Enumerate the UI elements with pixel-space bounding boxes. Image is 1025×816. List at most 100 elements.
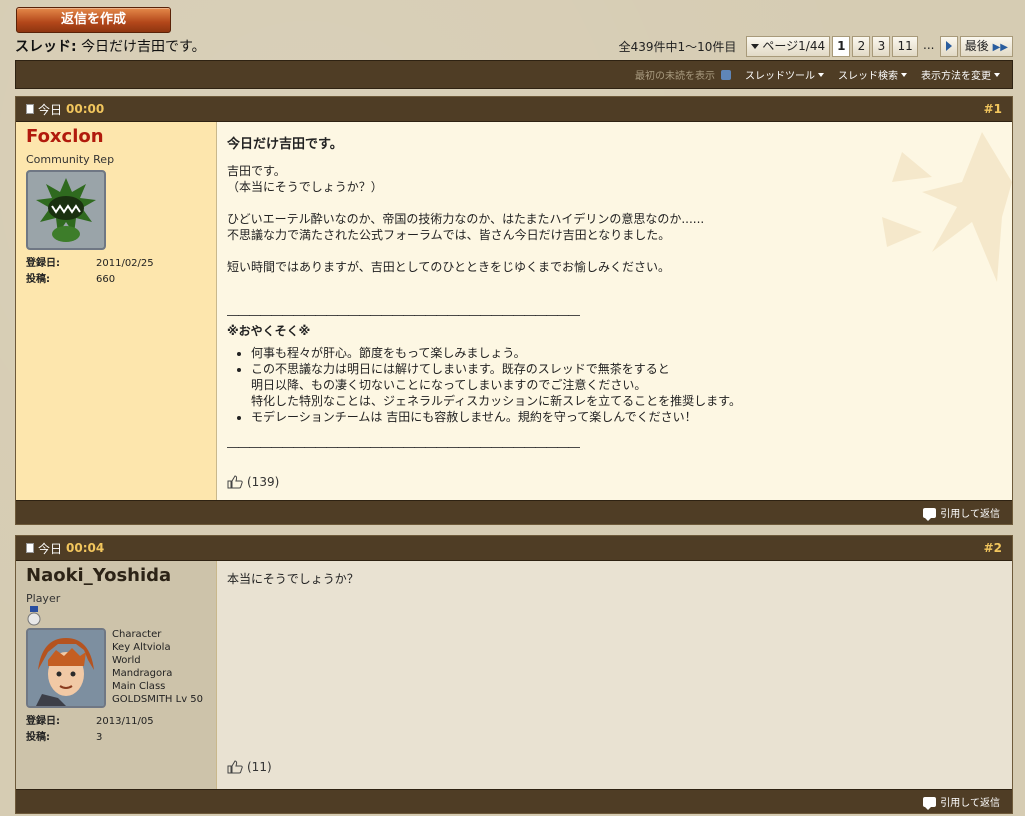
page-jump-dropdown[interactable]: ページ1/44 xyxy=(746,35,831,57)
character-info: Character Key Altviola World Mandragora … xyxy=(112,628,203,708)
text-line: ひどいエーテル酔いなのか、帝国の技術力なのか、はたまたハイデリンの意思なのか..… xyxy=(227,212,705,226)
post-date: 今日 00:04 xyxy=(26,540,104,557)
quote-reply-button[interactable]: 引用して返信 xyxy=(940,505,1000,520)
post-footer: 引用して返信 xyxy=(16,789,1012,813)
post-date: 今日 00:00 xyxy=(26,101,104,118)
user-info: Foxclon Community Rep 登録日: 2011/02/25 投稿:… xyxy=(16,122,217,500)
post-header: 今日 00:00 #1 xyxy=(16,97,1012,122)
post-count: 660 xyxy=(96,274,116,285)
char-line: Mandragora xyxy=(112,668,173,679)
post-header: 今日 00:04 #2 xyxy=(16,536,1012,561)
post-number[interactable]: #2 xyxy=(984,541,1002,555)
thread-title-text: 今日だけ吉田です。 xyxy=(81,39,206,55)
text-line: 本当にそうでしょうか？ xyxy=(227,572,359,586)
posts-label: 投稿: xyxy=(26,274,50,285)
thumb-up-icon xyxy=(227,760,243,774)
user-meta: 登録日: 2011/02/25 投稿: 660 xyxy=(26,256,206,288)
time-label: 00:04 xyxy=(66,541,105,555)
pagination: 全439件中1～10件目 ページ1/44 1 2 3 11 ... 最後 ▶▶ xyxy=(619,35,1013,57)
list-item-line: 特化した特別なことは、ジェネラルディスカッションに新スレを立てることを推奨します… xyxy=(251,394,741,408)
char-line: World xyxy=(112,655,141,666)
like-count: (139) xyxy=(247,475,280,489)
rules-list: 何事も程々が肝心。節度をもって楽しみましょう。 この不思議な力は明日には解けてし… xyxy=(251,345,1002,425)
thread-tools-menu[interactable]: スレッドツール xyxy=(745,67,824,82)
page-11[interactable]: 11 xyxy=(892,35,918,57)
post-title: 今日だけ吉田です。 xyxy=(227,137,343,152)
page-label: ページ1/44 xyxy=(762,38,826,53)
user-title: Community Rep xyxy=(26,153,115,166)
first-unread-label: 最初の未読を表示 xyxy=(635,71,715,82)
char-line: Main Class xyxy=(112,681,166,692)
dropdown-icon xyxy=(751,43,760,49)
divider-rule: ―――――――――――――――――――――――――――――――― xyxy=(227,308,580,322)
list-item: モデレーションチームは 吉田にも容赦しません。規約を守って楽しんでください！ xyxy=(251,409,1002,425)
post-content: 今日だけ吉田です。 吉田です。 （本当にそうでしょうか？） ひどいエーテル酔いな… xyxy=(217,122,1012,500)
next-page-button[interactable] xyxy=(939,35,958,57)
list-item: 何事も程々が肝心。節度をもって楽しみましょう。 xyxy=(251,345,1002,361)
text-line: 不思議な力で満たされた公式フォーラムでは、皆さん今日だけ吉田となりました。 xyxy=(227,228,671,242)
thread-tools-label: スレッドツール xyxy=(745,71,815,82)
result-count: 全439件中1～10件目 xyxy=(618,39,737,54)
joined-label: 登録日: xyxy=(26,258,60,269)
text-line: 短い時間ではありますが、吉田としてのひとときをじゆくまでお愉しみください。 xyxy=(227,260,671,274)
time-label: 00:00 xyxy=(66,102,105,116)
thread-toolbar: 最初の未読を表示 スレッドツール スレッド検索 表示方法を変更 xyxy=(15,60,1013,89)
double-arrow-icon: ▶▶ xyxy=(992,41,1008,53)
notice-heading: ※おやくそく※ xyxy=(227,324,311,338)
quote-reply-button[interactable]: 引用して返信 xyxy=(940,794,1000,809)
thread-prefix: スレッド: xyxy=(15,39,77,55)
user-info: Naoki_Yoshida Player Character Key Altvi… xyxy=(16,561,217,789)
username[interactable]: Naoki_Yoshida xyxy=(26,565,206,586)
doc-icon xyxy=(26,104,34,114)
user-title: Player xyxy=(26,592,61,605)
first-unread-link[interactable]: 最初の未読を表示 xyxy=(635,67,731,82)
last-page-button[interactable]: 最後 ▶▶ xyxy=(959,35,1013,57)
divider-rule: ―――――――――――――――――――――――――――――――― xyxy=(227,440,580,454)
dropdown-icon xyxy=(818,72,824,77)
post-count: 3 xyxy=(96,732,103,743)
char-line[interactable]: Key Altviola xyxy=(112,641,203,654)
dropdown-icon xyxy=(994,72,1000,77)
post-content: 本当にそうでしょうか？ (11) xyxy=(217,561,1012,789)
display-mode-menu[interactable]: 表示方法を変更 xyxy=(921,67,1000,82)
last-label: 最後 xyxy=(964,38,989,53)
date-label: 今日 xyxy=(38,541,63,556)
joined-label: 登録日: xyxy=(26,716,60,727)
reply-button[interactable]: 返信を作成 xyxy=(16,7,171,33)
display-mode-label: 表示方法を変更 xyxy=(921,71,991,82)
list-item-line: この不思議な力は明日には解けてしまいます。既存のスレッドで無茶をすると xyxy=(251,362,670,376)
thread-title: スレッド: 今日だけ吉田です。 xyxy=(15,36,206,56)
char-line: Character xyxy=(112,629,162,640)
date-label: 今日 xyxy=(38,102,63,117)
page-1[interactable]: 1 xyxy=(832,35,851,57)
plant-avatar-image xyxy=(28,172,104,248)
first-unread-icon xyxy=(721,69,731,80)
text-line: （本当にそうでしょうか？） xyxy=(227,180,383,194)
user-meta: 登録日: 2013/11/05 投稿: 3 xyxy=(26,714,206,746)
like-button[interactable]: (139) xyxy=(227,474,279,490)
char-line: GOLDSMITH Lv 50 xyxy=(112,694,204,705)
ellipsis: ... xyxy=(923,37,935,52)
joined-date: 2011/02/25 xyxy=(96,258,154,269)
like-count: (11) xyxy=(247,760,272,774)
dropdown-icon xyxy=(901,72,907,77)
post-footer: 引用して返信 xyxy=(16,500,1012,524)
quote-icon xyxy=(923,796,937,810)
thread-search-menu[interactable]: スレッド検索 xyxy=(838,67,907,82)
quote-icon xyxy=(923,507,937,521)
like-button[interactable]: (11) xyxy=(227,759,272,775)
joined-date: 2013/11/05 xyxy=(96,716,154,727)
list-item: この不思議な力は明日には解けてしまいます。既存のスレッドで無茶をすると 明日以降… xyxy=(251,361,1002,409)
avatar[interactable] xyxy=(26,170,106,250)
page-2[interactable]: 2 xyxy=(852,35,871,57)
avatar[interactable] xyxy=(26,628,106,708)
post-1: 今日 00:00 #1 Foxclon Community Rep 登録日: 2… xyxy=(15,96,1013,525)
posts-label: 投稿: xyxy=(26,732,50,743)
page-3[interactable]: 3 xyxy=(872,35,891,57)
arrow-right-icon xyxy=(945,41,952,51)
post-number[interactable]: #1 xyxy=(984,102,1002,116)
thread-search-label: スレッド検索 xyxy=(838,71,898,82)
thumb-up-icon xyxy=(227,475,243,489)
medal-icon xyxy=(27,606,41,626)
username[interactable]: Foxclon xyxy=(26,126,206,147)
